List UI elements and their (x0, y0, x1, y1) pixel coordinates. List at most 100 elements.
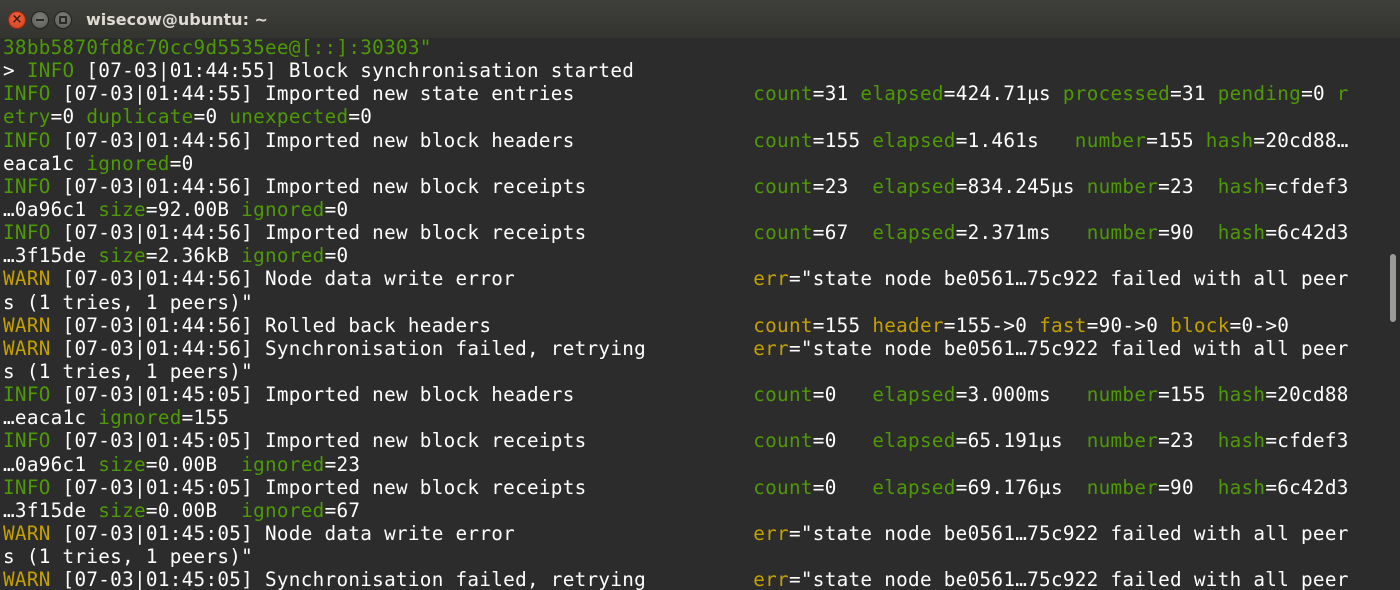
terminal-text-segment: =155 (1146, 128, 1206, 152)
terminal-line: …0a96c1 size=0.00B ignored=23 (0, 453, 1386, 476)
terminal-text-segment: ignored (241, 197, 325, 221)
terminal-text-segment: =0 (812, 383, 873, 407)
terminal-line: s (1 tries, 1 peers)" (0, 291, 1386, 314)
terminal-text-segment: hash (1205, 128, 1254, 152)
terminal-text-segment: …0a96c1 (3, 452, 99, 476)
terminal-line: INFO [07-03|01:44:56] Imported new block… (0, 221, 1386, 244)
terminal-text-segment: err (753, 267, 789, 291)
terminal-text-segment: block (1170, 313, 1230, 337)
terminal-line: WARN [07-03|01:44:56] Rolled back header… (0, 314, 1386, 337)
terminal-text-segment: =0 (348, 105, 373, 129)
terminal-text-segment: =0.00B (145, 498, 242, 522)
terminal-text-segment: 38bb5870fd8c70cc9d5535ee@[::]:30303" (3, 38, 432, 59)
terminal-text-segment: [07-03|01:45:05] Imported new block head… (50, 383, 754, 407)
terminal-text-segment: =20cd88 (1265, 383, 1349, 407)
terminal-text-segment: number (1074, 128, 1147, 152)
terminal-text-segment: size (98, 498, 146, 522)
terminal-text-segment: =6c42d3 (1265, 475, 1349, 499)
terminal-text-segment: =67 (324, 498, 361, 522)
terminal-text-segment: size (98, 452, 146, 476)
terminal-text-segment: =834.245µs (955, 174, 1087, 198)
terminal-text-segment: [07-03|01:45:05] Imported new block rece… (50, 429, 754, 453)
terminal-text-segment: count (753, 128, 813, 152)
terminal-text-segment: ="state node be0561…75c922 failed with a… (788, 267, 1349, 291)
terminal-text-segment: WARN (3, 521, 51, 545)
terminal-line: INFO [07-03|01:44:56] Imported new block… (0, 129, 1386, 152)
terminal-text-segment: =1.461s (955, 128, 1075, 152)
terminal-line: INFO [07-03|01:45:05] Imported new block… (0, 476, 1386, 499)
terminal-text-segment: pending (1217, 82, 1302, 106)
terminal-text-segment: r (1336, 82, 1349, 106)
terminal-text-segment: …0a96c1 (3, 197, 99, 221)
terminal-text-segment: err (753, 521, 789, 545)
minimize-icon (36, 19, 44, 21)
terminal-line: INFO [07-03|01:45:05] Imported new block… (0, 383, 1386, 406)
terminal-text-segment: =90->0 (1086, 313, 1171, 337)
terminal-text-segment: =424.71µs (943, 82, 1063, 106)
terminal-text-segment: …eaca1c (3, 406, 99, 430)
terminal-text-segment: size (98, 244, 146, 268)
terminal-text-segment: WARN (3, 267, 51, 291)
minimize-button[interactable] (31, 11, 49, 29)
terminal-text-segment: hash (1217, 383, 1266, 407)
terminal-text-segment: header (872, 313, 944, 337)
terminal-line: WARN [07-03|01:44:56] Synchronisation fa… (0, 337, 1386, 360)
terminal-line: WARN [07-03|01:45:05] Node data write er… (0, 522, 1386, 545)
close-button[interactable]: × (8, 11, 26, 29)
terminal-text-segment: =90 (1158, 475, 1218, 499)
terminal-text-segment: =2.371ms (955, 221, 1087, 245)
terminal-text-segment: WARN (3, 568, 51, 590)
scrollbar[interactable] (1386, 38, 1400, 590)
terminal-line: 38bb5870fd8c70cc9d5535ee@[::]:30303" (0, 38, 1386, 59)
window-title: wisecow@ubuntu: ~ (86, 10, 268, 29)
terminal-text-segment: count (753, 475, 813, 499)
terminal-text-segment: =0 (169, 151, 194, 175)
terminal-text-segment: err (753, 568, 789, 590)
terminal-text-segment: elapsed (860, 82, 944, 106)
terminal-text-segment: =155 (812, 128, 873, 152)
terminal-text-segment: =31 (812, 82, 861, 106)
terminal-text-segment: =cfdef3 (1265, 174, 1349, 198)
terminal-text-segment: INFO (3, 174, 51, 198)
terminal-text-segment: ignored (241, 498, 325, 522)
terminal-text-segment: …3f15de (3, 498, 99, 522)
terminal-text-segment: size (98, 197, 146, 221)
terminal-text-segment: [07-03|01:44:56] Imported new block head… (50, 128, 754, 152)
terminal-text-segment: =3.000ms (955, 383, 1087, 407)
terminal-text-segment: =23 (1158, 429, 1218, 453)
terminal-text-segment: =155 (1158, 383, 1218, 407)
terminal-text-segment: =0->0 (1229, 313, 1290, 337)
terminal-text-segment: =0.00B (145, 452, 242, 476)
terminal-line: etry=0 duplicate=0 unexpected=0 (0, 105, 1386, 128)
terminal-text-segment: INFO (3, 429, 51, 453)
terminal-line: > INFO [07-03|01:44:55] Block synchronis… (0, 59, 1386, 82)
terminal-text-segment: ignored (98, 406, 182, 430)
terminal-text-segment: =0 (324, 197, 349, 221)
terminal-line: INFO [07-03|01:44:56] Imported new block… (0, 175, 1386, 198)
terminal-text-segment: [07-03|01:44:56] Synchronisation failed,… (50, 336, 754, 360)
terminal-text-segment: INFO (3, 475, 51, 499)
terminal-text-segment: ="state node be0561…75c922 failed with a… (788, 521, 1349, 545)
terminal-text-segment: ignored (241, 452, 325, 476)
terminal-text-segment: count (753, 221, 813, 245)
scrollbar-thumb[interactable] (1390, 254, 1396, 322)
terminal-line: INFO [07-03|01:45:05] Imported new block… (0, 429, 1386, 452)
terminal-text-segment: =31 (1170, 82, 1218, 106)
terminal-text-segment: =67 (812, 221, 873, 245)
terminal-text-segment: etry (3, 105, 51, 129)
terminal-line: INFO [07-03|01:44:55] Imported new state… (0, 82, 1386, 105)
terminal-text-segment: processed (1062, 82, 1171, 106)
terminal-text-segment: count (753, 429, 813, 453)
maximize-button[interactable] (54, 11, 72, 29)
terminal-text-segment: count (753, 174, 813, 198)
terminal-text-segment: ignored (241, 244, 325, 268)
terminal-output[interactable]: 38bb5870fd8c70cc9d5535ee@[::]:30303" > IN… (0, 38, 1386, 590)
terminal-text-segment: count (753, 313, 813, 337)
terminal-text-segment: > (3, 59, 27, 83)
terminal-text-segment: number (1086, 429, 1159, 453)
terminal-text-segment: s (1 tries, 1 peers)" (3, 290, 254, 314)
terminal-text-segment: =23 (1158, 174, 1218, 198)
terminal-text-segment: elapsed (872, 429, 956, 453)
terminal-text-segment: count (753, 383, 813, 407)
terminal-text-segment: count (753, 82, 813, 106)
